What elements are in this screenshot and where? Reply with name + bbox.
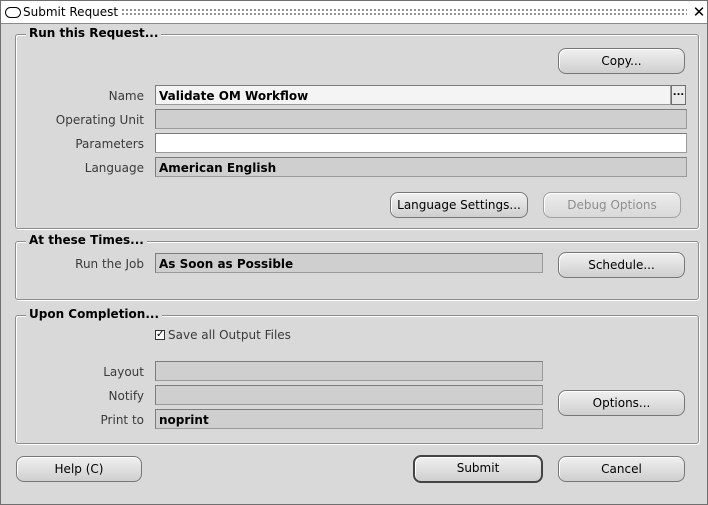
- notify-field[interactable]: [155, 385, 543, 405]
- submit-button[interactable]: Submit: [413, 455, 543, 483]
- print-to-label: Print to: [100, 413, 144, 427]
- close-icon[interactable]: ✕: [691, 3, 707, 21]
- save-output-checkbox[interactable]: ✓: [155, 330, 165, 340]
- cancel-button[interactable]: Cancel: [558, 456, 685, 482]
- run-the-job-label: Run the Job: [75, 257, 144, 271]
- parameters-field[interactable]: [155, 133, 687, 153]
- run-request-group-title: Run this Request...: [26, 26, 162, 40]
- layout-label: Layout: [103, 365, 144, 379]
- submit-request-window: Submit Request ✕ Run this Request... Cop…: [0, 0, 708, 505]
- save-output-label[interactable]: Save all Output Files: [168, 328, 291, 342]
- language-settings-button[interactable]: Language Settings...: [390, 192, 528, 218]
- help-button[interactable]: Help (C): [16, 456, 142, 482]
- title-bar-grip: [121, 8, 687, 17]
- operating-unit-label: Operating Unit: [55, 113, 144, 127]
- language-label: Language: [84, 161, 144, 175]
- notify-label: Notify: [108, 389, 144, 403]
- copy-button[interactable]: Copy...: [558, 48, 685, 74]
- upon-completion-group-title: Upon Completion...: [26, 307, 163, 321]
- at-these-times-group-title: At these Times...: [26, 233, 147, 247]
- debug-options-button[interactable]: Debug Options: [543, 192, 681, 218]
- run-the-job-field[interactable]: As Soon as Possible: [155, 253, 543, 273]
- options-button[interactable]: Options...: [558, 390, 685, 416]
- operating-unit-field[interactable]: [155, 109, 687, 129]
- window-title: Submit Request: [23, 5, 119, 19]
- name-label: Name: [108, 89, 144, 103]
- title-bar[interactable]: Submit Request ✕: [1, 1, 707, 24]
- parameters-label: Parameters: [75, 137, 144, 151]
- language-field[interactable]: American English: [155, 157, 687, 177]
- window-menu-icon[interactable]: [5, 7, 21, 18]
- name-field[interactable]: Validate OM Workflow: [155, 85, 671, 105]
- schedule-button[interactable]: Schedule...: [558, 252, 685, 278]
- layout-field[interactable]: [155, 361, 543, 381]
- print-to-field[interactable]: noprint: [155, 409, 543, 429]
- name-lov-button[interactable]: ...: [671, 85, 686, 105]
